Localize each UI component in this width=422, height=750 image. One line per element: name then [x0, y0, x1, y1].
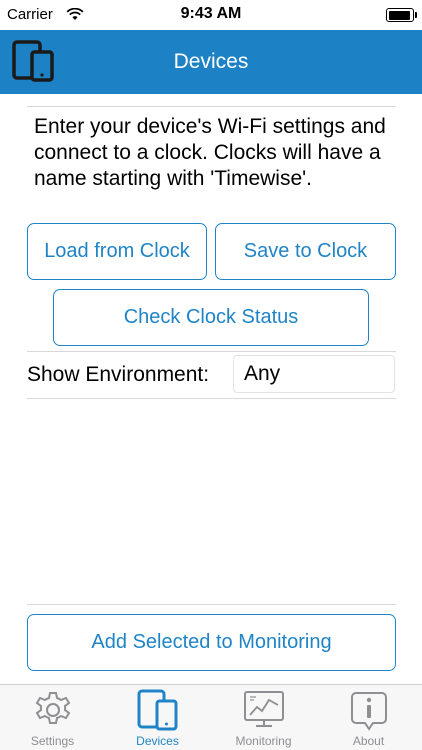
divider	[27, 398, 396, 399]
save-to-clock-button[interactable]: Save to Clock	[215, 223, 396, 280]
devices-icon	[137, 689, 177, 731]
instructions-text: Enter your device's Wi-Fi settings and c…	[34, 115, 386, 190]
environment-value: Any	[244, 362, 281, 385]
monitor-chart-icon	[243, 691, 284, 727]
divider	[27, 106, 396, 107]
tab-label: Monitoring	[235, 734, 292, 748]
tab-devices[interactable]: Devices	[105, 685, 210, 750]
clock-time: 9:43 AM	[180, 5, 242, 22]
check-clock-status-button[interactable]: Check Clock Status	[53, 289, 369, 346]
tab-about[interactable]: About	[316, 685, 421, 750]
gear-icon	[35, 692, 70, 724]
tab-monitoring[interactable]: Monitoring	[211, 685, 316, 750]
page-title: Devices	[173, 50, 249, 73]
tab-bar: Settings Devices Monitoring About	[0, 684, 422, 750]
load-from-clock-button[interactable]: Load from Clock	[27, 223, 207, 280]
tab-settings[interactable]: Settings	[0, 685, 105, 750]
environment-select[interactable]: Any	[233, 355, 395, 393]
divider	[27, 604, 396, 605]
add-selected-to-monitoring-button[interactable]: Add Selected to Monitoring	[27, 614, 396, 671]
status-bar: Carrier 9:43 AM	[0, 0, 422, 30]
tab-label: Devices	[136, 734, 179, 748]
environment-label: Show Environment:	[27, 363, 210, 386]
battery-icon	[386, 8, 417, 22]
nav-bar: Devices	[0, 30, 422, 94]
divider	[27, 351, 396, 352]
info-icon	[350, 692, 387, 731]
tab-label: About	[352, 734, 385, 748]
tab-label: Settings	[30, 734, 75, 748]
